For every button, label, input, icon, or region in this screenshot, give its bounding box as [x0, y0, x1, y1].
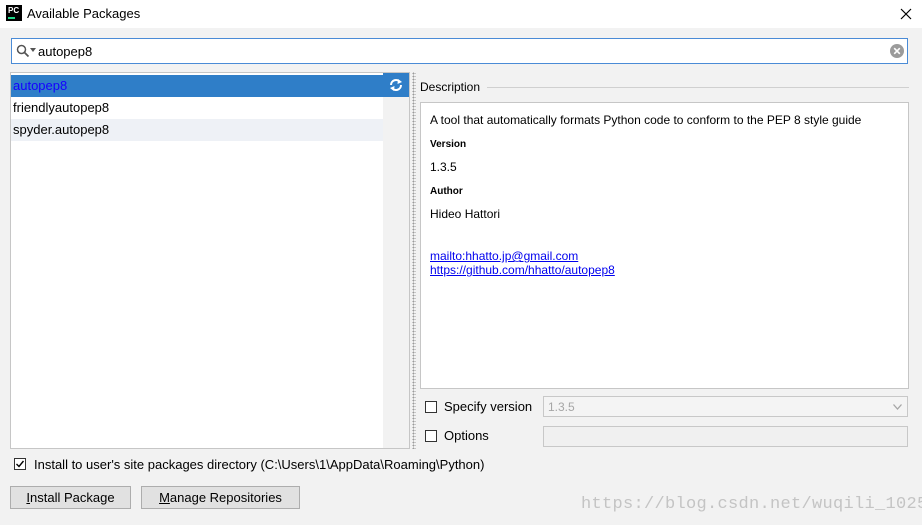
version-select[interactable]: 1.3.5: [543, 396, 908, 417]
list-item[interactable]: spyder.autopep8: [11, 119, 383, 141]
options-checkbox[interactable]: [425, 430, 437, 442]
checkmark-icon: [16, 460, 25, 468]
search-history-chevron-icon[interactable]: [30, 48, 36, 52]
email-link[interactable]: mailto:hhatto.jp@gmail.com: [430, 249, 578, 263]
install-user-site-label: Install to user's site packages director…: [34, 457, 485, 472]
refresh-icon: [390, 79, 402, 91]
specify-version-label: Specify version: [444, 399, 533, 414]
version-select-value: 1.3.5: [548, 400, 575, 414]
pycharm-icon: PC: [6, 5, 22, 21]
watermark: https://blog.csdn.net/wuqili_1025: [581, 495, 922, 514]
package-list[interactable]: autopep8 friendlyautopep8 spyder.autopep…: [10, 72, 384, 449]
clear-search-icon[interactable]: [890, 44, 904, 58]
description-panel: A tool that automatically formats Python…: [420, 102, 909, 389]
specify-version-checkbox[interactable]: [425, 401, 437, 413]
reload-list-button[interactable]: [383, 73, 409, 97]
manage-mnemonic: M: [159, 490, 170, 505]
list-item[interactable]: autopep8: [11, 75, 383, 97]
chevron-down-icon: [893, 404, 902, 410]
manage-repositories-button[interactable]: Manage Repositories: [141, 486, 300, 509]
manage-label: anage Repositories: [169, 490, 282, 505]
author-heading: Author: [430, 186, 463, 197]
version-value: 1.3.5: [430, 160, 457, 174]
install-label: nstall Package: [30, 490, 115, 505]
install-user-site-checkbox[interactable]: [14, 458, 26, 470]
close-icon: [900, 8, 912, 20]
version-heading: Version: [430, 139, 467, 150]
search-icon[interactable]: [16, 44, 30, 58]
install-package-button[interactable]: Install Package: [10, 486, 131, 509]
description-separator: [487, 87, 909, 88]
splitter-grip: [412, 72, 416, 449]
panel-splitter[interactable]: [410, 72, 418, 449]
package-summary: A tool that automatically formats Python…: [430, 113, 862, 127]
github-link[interactable]: https://github.com/hhatto/autopep8: [430, 263, 615, 277]
close-button[interactable]: [890, 2, 920, 26]
author-value: Hideo Hattori: [430, 207, 501, 221]
options-label: Options: [444, 428, 489, 443]
title-bar: PC Available Packages: [0, 0, 922, 28]
list-toolbar: [383, 72, 410, 449]
list-item[interactable]: friendlyautopep8: [11, 97, 383, 119]
description-label: Description: [420, 80, 481, 94]
options-input[interactable]: [543, 426, 908, 447]
search-field[interactable]: [11, 38, 908, 64]
search-input[interactable]: [38, 42, 878, 60]
window-title: Available Packages: [27, 6, 141, 21]
